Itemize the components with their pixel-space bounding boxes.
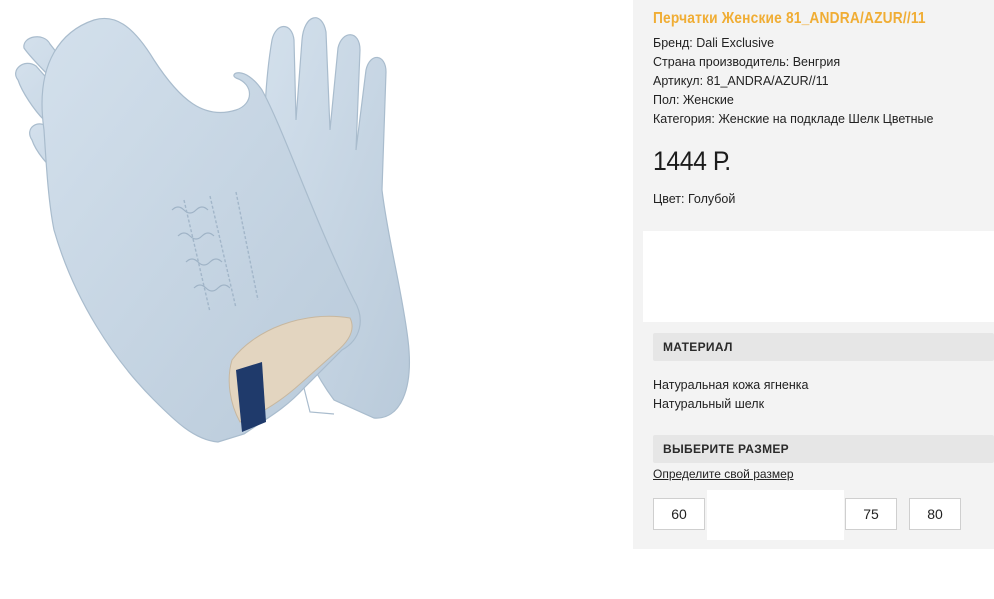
product-info-panel: Перчатки Женские 81_ANDRA/AZUR//11 Бренд… — [633, 0, 994, 549]
spec-brand: Бренд: Dali Exclusive — [653, 36, 775, 50]
size-header: ВЫБЕРИТЕ РАЗМЕР — [653, 435, 994, 463]
spec-country: Страна производитель: Венгрия — [653, 55, 841, 69]
product-specs: Бренд: Dali Exclusive Страна производите… — [653, 34, 934, 129]
product-photo[interactable] — [4, 0, 418, 484]
material-item: Натуральный шелк — [653, 397, 765, 411]
size-option-60[interactable]: 60 — [653, 498, 705, 530]
material-item: Натуральная кожа ягненка — [653, 378, 809, 392]
product-title: Перчатки Женские 81_ANDRA/AZUR//11 — [653, 10, 926, 27]
blank-content-box — [643, 231, 994, 322]
spec-category: Категория: Женские на подкладе Шелк Цвет… — [653, 112, 934, 126]
size-guide-link[interactable]: Определите свой размер — [653, 467, 794, 481]
spec-article: Артикул: 81_ANDRA/AZUR//11 — [653, 74, 829, 88]
size-option-75[interactable]: 75 — [845, 498, 897, 530]
material-list: Натуральная кожа ягненка Натуральный шел… — [653, 376, 808, 414]
spec-gender: Пол: Женские — [653, 93, 734, 107]
size-option-80[interactable]: 80 — [909, 498, 961, 530]
product-price: 1444 Р. — [653, 146, 731, 176]
material-header: МАТЕРИАЛ — [653, 333, 994, 361]
size-blank-area — [707, 490, 844, 540]
gloves-image — [15, 17, 410, 443]
product-color: Цвет: Голубой — [653, 192, 736, 206]
